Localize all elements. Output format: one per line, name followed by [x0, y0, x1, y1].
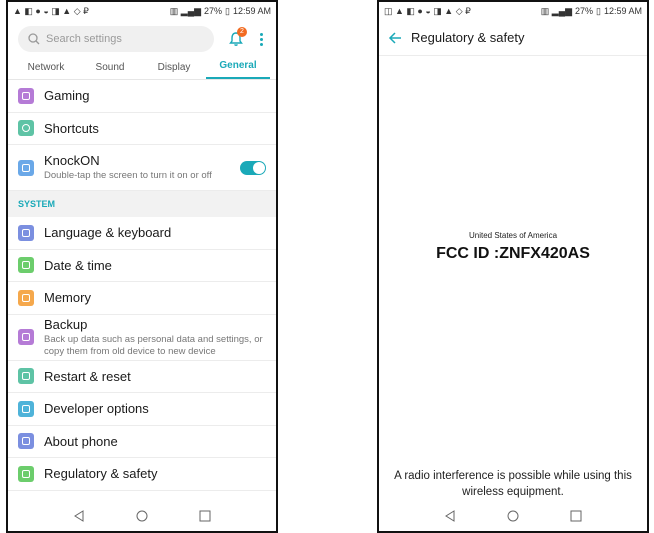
- settings-item-about-phone[interactable]: About phone: [8, 426, 276, 458]
- item-title: Memory: [44, 290, 91, 306]
- radio-interference-note: A radio interference is possible while u…: [394, 470, 632, 498]
- settings-item-knockon[interactable]: KnockON Double-tap the screen to turn it…: [8, 145, 276, 191]
- fcc-id: FCC ID :ZNFX420AS: [436, 245, 590, 262]
- settings-list: Gaming Shortcuts KnockON Double-tap the …: [8, 80, 276, 491]
- settings-item-gaming[interactable]: Gaming: [8, 80, 276, 113]
- item-subtitle: Back up data such as personal data and s…: [44, 333, 263, 357]
- item-title: Developer options: [44, 401, 149, 417]
- page-title: Regulatory & safety: [411, 30, 525, 45]
- settings-item-backup[interactable]: Backup Back up data such as personal dat…: [8, 315, 276, 361]
- settings-item-restart-reset[interactable]: Restart & reset: [8, 361, 276, 393]
- settings-item-regulatory-safety[interactable]: Regulatory & safety: [8, 458, 276, 491]
- nav-bar: [8, 501, 276, 531]
- knockon-toggle[interactable]: [240, 160, 266, 175]
- item-title: Language & keyboard: [44, 225, 172, 241]
- regulatory-icon: [18, 465, 34, 482]
- back-nav-icon[interactable]: [443, 509, 457, 523]
- item-title: Backup: [44, 316, 88, 332]
- nav-bar: [379, 501, 647, 531]
- item-title: Date & time: [44, 257, 112, 273]
- status-bar: ◫ ▲ ◧ ● ◒ ◨ ▲ ◇ ₽ ▥ ▂▄▆ 27% ▯ 12:59 AM: [379, 2, 647, 20]
- battery-level: 27%: [575, 6, 594, 16]
- gaming-icon: [18, 87, 34, 104]
- item-title: Shortcuts: [44, 120, 99, 136]
- notification-badge: 2: [237, 27, 247, 37]
- recents-nav-icon[interactable]: [569, 509, 583, 523]
- back-nav-icon[interactable]: [72, 509, 86, 523]
- signal-icon: ▥ ▂▄▆: [540, 5, 572, 16]
- search-placeholder: Search settings: [46, 33, 122, 45]
- home-nav-icon[interactable]: [506, 509, 520, 523]
- regulatory-screen: ◫ ▲ ◧ ● ◒ ◨ ▲ ◇ ₽ ▥ ▂▄▆ 27% ▯ 12:59 AM R…: [377, 0, 649, 533]
- app-bar: Regulatory & safety: [379, 20, 647, 56]
- item-title: About phone: [44, 433, 118, 449]
- battery-icon: ▯: [596, 5, 601, 16]
- item-subtitle: Double-tap the screen to turn it on or o…: [44, 170, 212, 181]
- memory-icon: [18, 289, 34, 306]
- settings-item-language[interactable]: Language & keyboard: [8, 217, 276, 250]
- clock-icon: [18, 257, 34, 274]
- item-title: Gaming: [44, 88, 90, 104]
- shortcuts-icon: [18, 120, 34, 137]
- settings-item-shortcuts[interactable]: Shortcuts: [8, 113, 276, 145]
- section-header-system: SYSTEM: [8, 191, 276, 217]
- status-icons: ◫ ▲ ◧ ● ◒ ◨ ▲ ◇ ₽: [384, 5, 471, 16]
- tab-display[interactable]: Display: [142, 62, 206, 79]
- tab-network[interactable]: Network: [14, 62, 78, 79]
- tab-sound[interactable]: Sound: [78, 62, 142, 79]
- clock: 12:59 AM: [232, 6, 271, 16]
- battery-icon: ▯: [225, 5, 230, 16]
- home-nav-icon[interactable]: [135, 509, 149, 523]
- restart-icon: [18, 368, 34, 385]
- settings-tabs: Network Sound Display General: [8, 54, 276, 80]
- search-icon: [28, 33, 40, 45]
- backup-icon: [18, 329, 34, 345]
- item-title: Restart & reset: [44, 368, 131, 384]
- language-icon: [18, 224, 34, 241]
- search-row: Search settings 2: [8, 20, 276, 54]
- settings-item-date-time[interactable]: Date & time: [8, 250, 276, 282]
- clock: 12:59 AM: [603, 6, 642, 16]
- item-title: Regulatory & safety: [44, 466, 158, 482]
- developer-icon: [18, 400, 34, 417]
- settings-item-developer-options[interactable]: Developer options: [8, 393, 276, 426]
- tab-general[interactable]: General: [206, 60, 270, 79]
- notifications-button[interactable]: 2: [224, 27, 248, 51]
- about-icon: [18, 433, 34, 450]
- fcc-region-label: United States of America: [468, 231, 558, 240]
- status-icons: ▲ ◧ ● ◒ ◨ ▲ ◇ ₽: [13, 5, 89, 16]
- battery-level: 27%: [204, 6, 223, 16]
- recents-nav-icon[interactable]: [198, 509, 212, 523]
- knockon-icon: [18, 159, 34, 176]
- back-arrow-icon[interactable]: [387, 30, 403, 46]
- signal-icon: ▥ ▂▄▆: [169, 5, 201, 16]
- item-title: KnockON: [44, 153, 100, 168]
- settings-item-memory[interactable]: Memory: [8, 282, 276, 315]
- search-input[interactable]: Search settings: [18, 26, 214, 52]
- settings-screen: ▲ ◧ ● ◒ ◨ ▲ ◇ ₽ ▥ ▂▄▆ 27% ▯ 12:59 AM Sea…: [6, 0, 278, 533]
- more-options-icon[interactable]: [254, 27, 268, 51]
- status-bar: ▲ ◧ ● ◒ ◨ ▲ ◇ ₽ ▥ ▂▄▆ 27% ▯ 12:59 AM: [8, 2, 276, 20]
